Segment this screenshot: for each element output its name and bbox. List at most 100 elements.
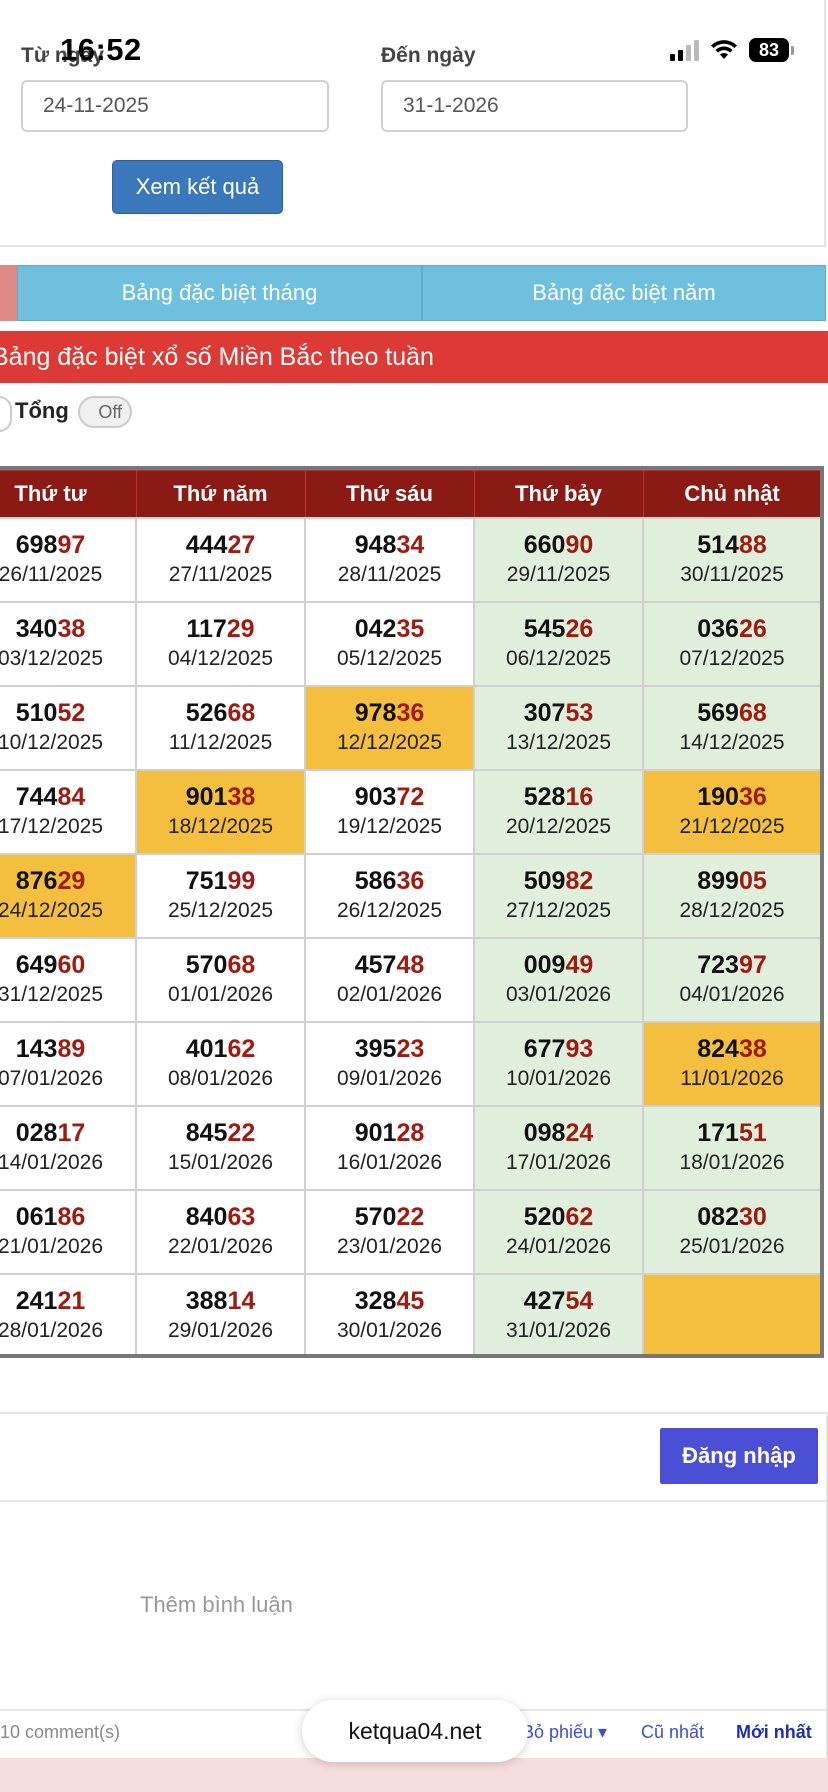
result-date: 03/01/2026: [505, 983, 612, 1006]
result-cell: 04235 05/12/2025: [304, 601, 475, 687]
result-number: 90128: [306, 1118, 473, 1148]
number-head: 520: [523, 1203, 566, 1231]
result-number: 09824: [475, 1118, 642, 1148]
footer-strip: [0, 1758, 828, 1792]
result-number: 58636: [306, 866, 473, 896]
result-cell: 52816 20/12/2025: [473, 769, 644, 855]
result-cell: 45748 02/01/2026: [304, 937, 475, 1023]
result-cell: 38814 29/01/2026: [135, 1273, 306, 1354]
number-head: 241: [15, 1287, 58, 1315]
result-date: 07/12/2025: [679, 647, 785, 670]
result-date: 27/12/2025: [505, 899, 612, 922]
result-number: 90372: [306, 782, 473, 812]
result-number: 54526: [475, 614, 642, 644]
result-date: 27/11/2025: [168, 563, 273, 586]
result-date: 07/01/2026: [0, 1067, 104, 1090]
result-date: 02/01/2026: [336, 983, 443, 1006]
number-tail: 28: [396, 1119, 425, 1147]
result-number: 02817: [0, 1118, 135, 1148]
result-cell: 64960 31/12/2025: [0, 937, 137, 1023]
number-head: 840: [185, 1203, 228, 1231]
number-head: 570: [185, 951, 228, 979]
result-cell: 14389 07/01/2026: [0, 1021, 137, 1107]
number-tail: 23: [396, 1035, 425, 1063]
sort-newest[interactable]: Mới nhất: [736, 1722, 812, 1743]
col-header-sunday: Chủ nhật: [642, 470, 820, 519]
number-head: 723: [697, 951, 739, 979]
tab-weekly-active[interactable]: [0, 265, 17, 321]
number-tail: 24: [565, 1119, 594, 1147]
result-cell: 52062 24/01/2026: [473, 1189, 644, 1275]
sum-toggle[interactable]: Off: [78, 396, 132, 428]
number-tail: 27: [227, 531, 256, 559]
result-cell: 90128 16/01/2026: [304, 1105, 475, 1191]
result-number: 52062: [475, 1202, 642, 1232]
result-number: 52816: [475, 782, 642, 812]
result-number: 24121: [0, 1286, 135, 1316]
result-number: 72397: [644, 950, 820, 980]
sort-oldest[interactable]: Cũ nhất: [641, 1722, 704, 1743]
result-number: 14389: [0, 1034, 135, 1064]
result-number: 82438: [644, 1034, 820, 1064]
result-date: 21/01/2026: [0, 1235, 104, 1258]
result-cell: 11729 04/12/2025: [135, 601, 306, 687]
result-cell: 03626 07/12/2025: [642, 601, 820, 687]
number-tail: 38: [227, 783, 256, 811]
number-tail: 82: [565, 867, 594, 895]
left-toggle[interactable]: [0, 396, 12, 432]
table-row: 74484 17/12/2025 90138 18/12/2025 90372 19/12…: [0, 769, 820, 855]
battery-tip: [791, 45, 794, 55]
tab-monthly[interactable]: Bảng đặc biệt tháng: [17, 265, 422, 321]
number-tail: 93: [565, 1035, 594, 1063]
comment-placeholder[interactable]: Thêm bình luận: [140, 1592, 293, 1618]
login-button[interactable]: Đăng nhập: [660, 1428, 818, 1484]
result-cell: 00949 03/01/2026: [473, 937, 644, 1023]
number-tail: 17: [57, 1119, 86, 1147]
result-date: 30/01/2026: [336, 1319, 443, 1342]
number-tail: 34: [396, 531, 425, 559]
number-tail: 16: [565, 783, 594, 811]
view-results-button[interactable]: Xem kết quả: [112, 160, 283, 214]
number-tail: 88: [738, 531, 767, 559]
result-cell: 19036 21/12/2025: [642, 769, 820, 855]
number-head: 744: [15, 783, 58, 811]
result-date: 21/12/2025: [679, 815, 785, 838]
number-head: 677: [523, 1035, 566, 1063]
number-tail: 29: [226, 615, 255, 643]
result-date: 19/12/2025: [336, 815, 443, 838]
result-date: 24/12/2025: [0, 899, 104, 922]
number-head: 117: [186, 615, 227, 643]
table-row: 87629 24/12/2025 75199 25/12/2025 58636 26/12…: [0, 853, 820, 939]
table-row: 24121 28/01/2026 38814 29/01/2026 32845 30/01…: [0, 1273, 820, 1354]
col-header-thursday: Thứ năm: [135, 470, 306, 519]
tab-yearly[interactable]: Bảng đặc biệt năm: [422, 265, 826, 321]
result-date: 18/12/2025: [167, 815, 274, 838]
result-cell: 39523 09/01/2026: [304, 1021, 475, 1107]
wifi-icon: [711, 40, 737, 59]
result-date: 08/01/2026: [167, 1067, 274, 1090]
table-row: 02817 14/01/2026 84522 15/01/2026 90128 16/01…: [0, 1105, 820, 1191]
result-number: 38814: [137, 1286, 304, 1316]
number-head: 457: [354, 951, 397, 979]
result-cell: 51052 10/12/2025: [0, 685, 137, 771]
number-head: 082: [697, 1203, 739, 1231]
number-head: 328: [354, 1287, 397, 1315]
comment-input-area[interactable]: [0, 1500, 826, 1711]
number-tail: 86: [57, 1203, 86, 1231]
result-cell: 69897 26/11/2025: [0, 517, 137, 603]
site-url-pill[interactable]: ketqua04.net: [302, 1700, 528, 1762]
number-head: 190: [697, 783, 739, 811]
result-number: 74484: [0, 782, 135, 812]
sort-by-votes[interactable]: Bỏ phiếu ▾: [522, 1722, 607, 1743]
result-number: 97836: [306, 698, 473, 728]
result-cell: 24121 28/01/2026: [0, 1273, 137, 1354]
from-date-input[interactable]: 24-11-2025: [21, 80, 329, 132]
result-date: 31/12/2025: [0, 983, 104, 1006]
number-head: 824: [697, 1035, 739, 1063]
status-icons: 83: [670, 36, 794, 64]
number-head: 509: [523, 867, 566, 895]
table-row: 51052 10/12/2025 52668 11/12/2025 97836 12/12…: [0, 685, 820, 771]
comment-count: 10 comment(s): [0, 1722, 121, 1742]
result-number: 90138: [137, 782, 304, 812]
to-date-input[interactable]: 31-1-2026: [381, 80, 688, 132]
